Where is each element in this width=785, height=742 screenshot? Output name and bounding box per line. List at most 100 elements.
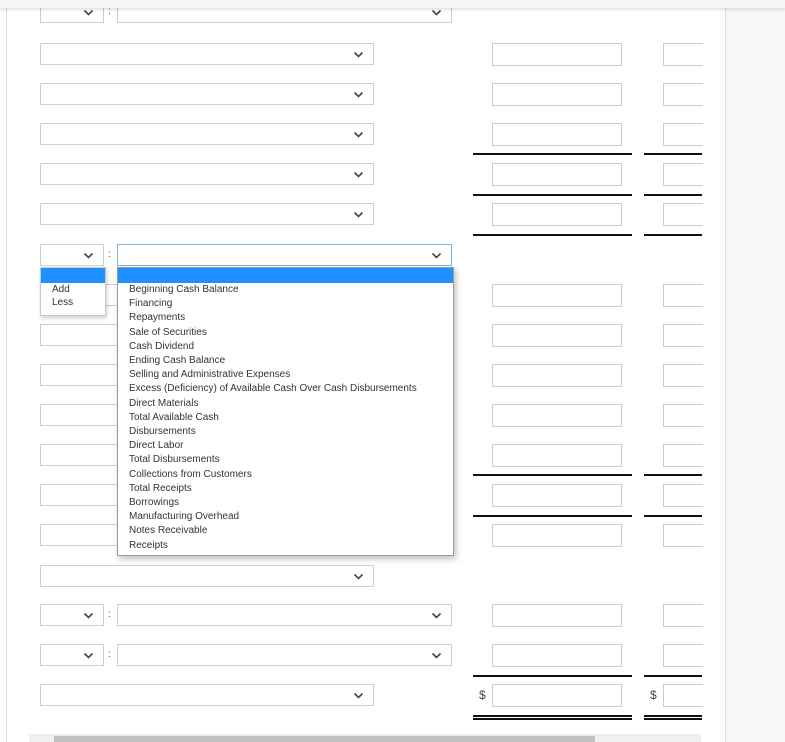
amount-input-col1[interactable] <box>492 364 622 387</box>
total-rule-col1 <box>473 234 632 236</box>
right-panel <box>725 0 785 742</box>
line-item-select[interactable] <box>40 565 374 587</box>
account-option[interactable]: Manufacturing Overhead <box>118 510 453 524</box>
amount-input-col2[interactable] <box>663 444 703 467</box>
total-rule-col2 <box>644 474 702 476</box>
account-option[interactable]: Total Disbursements <box>118 453 453 467</box>
account-option[interactable]: Sale of Securities <box>118 326 453 340</box>
separator-colon: : <box>108 249 111 260</box>
amount-input-col2[interactable] <box>663 324 703 347</box>
account-option-blank[interactable] <box>118 268 453 283</box>
account-option[interactable]: Total Available Cash <box>118 411 453 425</box>
total-rule-col2 <box>644 515 702 517</box>
amount-input-col1[interactable] <box>492 203 622 226</box>
amount-input-col2[interactable] <box>663 83 703 106</box>
amount-input-col2[interactable] <box>663 43 703 66</box>
line-item-select[interactable] <box>40 684 374 706</box>
account-option[interactable]: Receipts <box>118 539 453 553</box>
total-rule-col2 <box>644 153 702 155</box>
add-less-select[interactable] <box>40 644 104 666</box>
account-select[interactable] <box>117 604 452 626</box>
chevron-down-icon <box>83 650 94 661</box>
chevron-down-icon <box>83 610 94 621</box>
amount-input-col2[interactable] <box>663 484 703 507</box>
line-item-select[interactable] <box>40 83 374 105</box>
line-item-select[interactable] <box>40 203 374 225</box>
account-option[interactable]: Financing <box>118 297 453 311</box>
total-rule-col1 <box>473 153 632 155</box>
add-less-select[interactable] <box>40 244 104 266</box>
amount-input-col1[interactable] <box>492 524 622 547</box>
amount-input-col1[interactable] <box>492 83 622 106</box>
amount-input-col1[interactable] <box>492 644 622 667</box>
account-option[interactable]: Notes Receivable <box>118 524 453 538</box>
amount-input-col1[interactable] <box>492 484 622 507</box>
account-select[interactable] <box>117 244 452 266</box>
amount-input-col1[interactable] <box>492 163 622 186</box>
account-option[interactable]: Borrowings <box>118 496 453 510</box>
total-rule-col1 <box>473 675 632 677</box>
double-rule-col2 <box>644 715 702 717</box>
dollar-sign-col1: $ <box>479 688 486 702</box>
total-rule-col1 <box>473 474 632 476</box>
chevron-down-icon <box>353 690 364 701</box>
total-rule-col1 <box>473 515 632 517</box>
line-item-select[interactable] <box>40 163 374 185</box>
account-option[interactable]: Cash Dividend <box>118 340 453 354</box>
top-bar <box>0 0 785 8</box>
amount-input-col2[interactable] <box>663 364 703 387</box>
chevron-down-icon <box>353 89 364 100</box>
account-option[interactable]: Collections from Customers <box>118 468 453 482</box>
line-item-select[interactable] <box>40 43 374 65</box>
chevron-down-icon <box>431 7 442 18</box>
chevron-down-icon <box>353 169 364 180</box>
amount-input-col2[interactable] <box>663 123 703 146</box>
add-less-option-blank[interactable] <box>41 268 105 283</box>
left-border <box>6 0 7 742</box>
add-less-select[interactable] <box>40 604 104 626</box>
chevron-down-icon <box>431 650 442 661</box>
add-less-option[interactable]: Add <box>41 283 105 296</box>
account-option[interactable]: Excess (Deficiency) of Available Cash Ov… <box>118 382 453 396</box>
amount-input-col2[interactable] <box>663 684 703 707</box>
amount-input-col2[interactable] <box>663 163 703 186</box>
account-option[interactable]: Repayments <box>118 311 453 325</box>
account-option[interactable]: Direct Materials <box>118 397 453 411</box>
amount-input-col1[interactable] <box>492 404 622 427</box>
amount-input-col1[interactable] <box>492 444 622 467</box>
account-option[interactable]: Ending Cash Balance <box>118 354 453 368</box>
amount-input-col1[interactable] <box>492 684 622 707</box>
amount-input-col1[interactable] <box>492 123 622 146</box>
amount-input-col2[interactable] <box>663 404 703 427</box>
amount-input-col1[interactable] <box>492 43 622 66</box>
amount-input-col1[interactable] <box>492 284 622 307</box>
add-less-option[interactable]: Less <box>41 296 105 309</box>
amount-input-col2[interactable] <box>663 203 703 226</box>
account-option[interactable]: Selling and Administrative Expenses <box>118 368 453 382</box>
account-option[interactable]: Disbursements <box>118 425 453 439</box>
separator-colon: : <box>108 649 111 660</box>
account-option[interactable]: Total Receipts <box>118 482 453 496</box>
amount-input-col2[interactable] <box>663 604 703 627</box>
total-rule-col2 <box>644 234 702 236</box>
amount-input-col1[interactable] <box>492 324 622 347</box>
account-dropdown-list: Beginning Cash Balance Financing Repayment… <box>117 267 454 556</box>
chevron-down-icon <box>353 209 364 220</box>
amount-input-col2[interactable] <box>663 524 703 547</box>
amount-input-col2[interactable] <box>663 284 703 307</box>
double-rule-col2 <box>644 718 702 720</box>
chevron-down-icon <box>353 49 364 60</box>
total-rule-col2 <box>644 194 702 196</box>
account-select[interactable] <box>117 644 452 666</box>
chevron-down-icon <box>83 7 94 18</box>
line-item-select[interactable] <box>40 123 374 145</box>
account-option[interactable]: Direct Labor <box>118 439 453 453</box>
account-option[interactable]: Beginning Cash Balance <box>118 283 453 297</box>
chevron-down-icon <box>353 129 364 140</box>
amount-input-col1[interactable] <box>492 604 622 627</box>
horizontal-scrollbar-thumb[interactable] <box>54 736 595 742</box>
total-rule-col2 <box>644 675 702 677</box>
amount-input-col2[interactable] <box>663 644 703 667</box>
chevron-down-icon <box>83 250 94 261</box>
dollar-sign-col2: $ <box>650 688 657 702</box>
